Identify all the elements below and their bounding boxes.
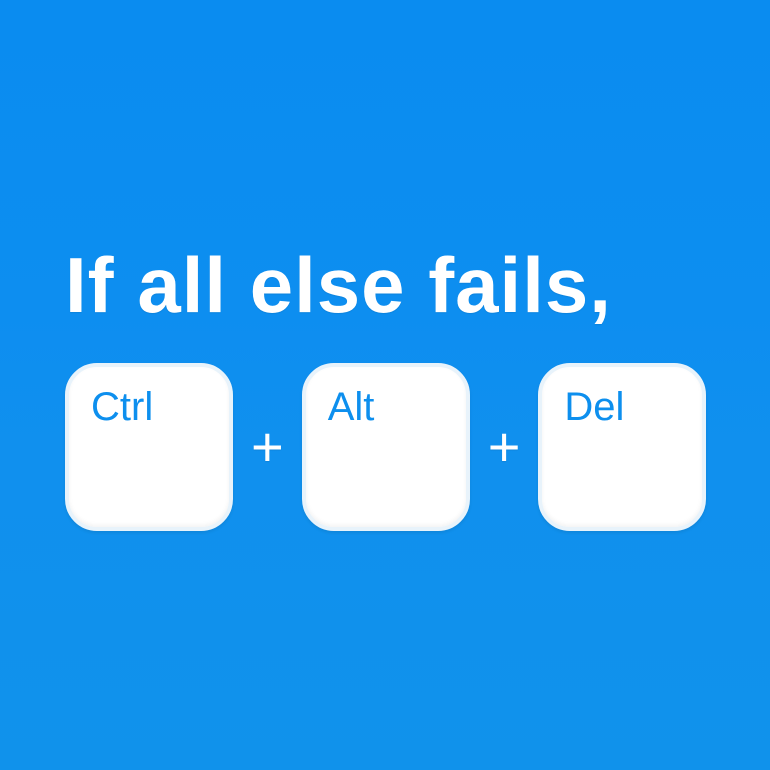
key-alt-label: Alt bbox=[328, 387, 375, 427]
key-ctrl: Ctrl bbox=[65, 363, 233, 531]
key-del-label: Del bbox=[564, 387, 624, 427]
key-alt: Alt bbox=[302, 363, 470, 531]
plus-separator: + bbox=[488, 419, 521, 475]
plus-separator: + bbox=[251, 419, 284, 475]
heading-text: If all else fails, bbox=[65, 240, 612, 331]
key-del: Del bbox=[538, 363, 706, 531]
key-ctrl-label: Ctrl bbox=[91, 387, 153, 427]
keys-row: Ctrl + Alt + Del bbox=[65, 363, 706, 531]
graphic-container: If all else fails, Ctrl + Alt + Del bbox=[0, 240, 770, 531]
